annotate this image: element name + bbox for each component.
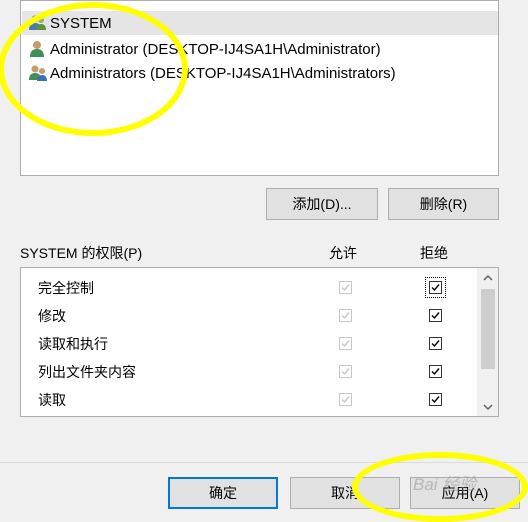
system-group-icon — [28, 14, 48, 32]
user-label-administrators: Administrators (DESKTOP-IJ4SA1H\Administ… — [50, 64, 396, 82]
user-icon — [28, 40, 48, 58]
deny-checkbox[interactable] — [425, 277, 446, 298]
permission-row: 读取和执行 — [21, 329, 476, 357]
scrollbar-thumb[interactable] — [481, 289, 495, 369]
user-label-system: SYSTEM — [50, 14, 112, 32]
add-button[interactable]: 添加(D)... — [266, 188, 378, 220]
permission-row: 读取 — [21, 385, 476, 413]
allow-checkbox — [339, 365, 352, 378]
allow-checkbox — [339, 337, 352, 350]
ok-button[interactable]: 确定 — [168, 477, 278, 509]
user-label-administrator: Administrator (DESKTOP-IJ4SA1H\Administr… — [50, 40, 381, 58]
users-group-icon — [28, 64, 48, 82]
allow-column-header: 允许 — [329, 245, 357, 261]
user-row-administrator[interactable]: Administrator (DESKTOP-IJ4SA1H\Administr… — [22, 37, 498, 61]
permission-row: 列出文件夹内容 — [21, 357, 476, 385]
deny-checkbox[interactable] — [429, 365, 442, 378]
allow-checkbox — [339, 281, 352, 294]
scroll-up-arrow-icon[interactable] — [481, 271, 495, 285]
permissions-label: SYSTEM 的权限(P) — [20, 245, 143, 261]
group-or-user-list[interactable]: SYSTEM Administrator (DESKTOP-IJ4SA1H\Ad… — [20, 0, 499, 176]
user-row-administrators[interactable]: Administrators (DESKTOP-IJ4SA1H\Administ… — [22, 61, 498, 85]
cancel-button[interactable]: 取消 — [290, 477, 400, 509]
deny-checkbox[interactable] — [429, 393, 442, 406]
deny-column-header: 拒绝 — [420, 245, 448, 261]
allow-checkbox — [339, 393, 352, 406]
deny-checkbox[interactable] — [429, 309, 442, 322]
allow-checkbox — [339, 309, 352, 322]
deny-checkbox[interactable] — [429, 337, 442, 350]
permissions-list: 完全控制 修改 读取和执行 列出文件夹内容 读取 — [20, 267, 499, 417]
permission-name: 列出文件夹内容 — [38, 364, 136, 380]
permission-name: 修改 — [38, 308, 66, 324]
permission-row: 修改 — [21, 301, 476, 329]
permission-row: 完全控制 — [21, 273, 476, 301]
user-row-system[interactable]: SYSTEM — [22, 11, 498, 35]
permission-name: 读取和执行 — [38, 336, 108, 352]
permission-name: 完全控制 — [38, 280, 94, 296]
footer-divider — [0, 462, 528, 463]
scroll-down-arrow-icon[interactable] — [481, 400, 495, 414]
permission-name: 读取 — [38, 392, 66, 408]
watermark: Bai 经验 — [413, 475, 477, 494]
remove-button[interactable]: 删除(R) — [388, 188, 499, 220]
